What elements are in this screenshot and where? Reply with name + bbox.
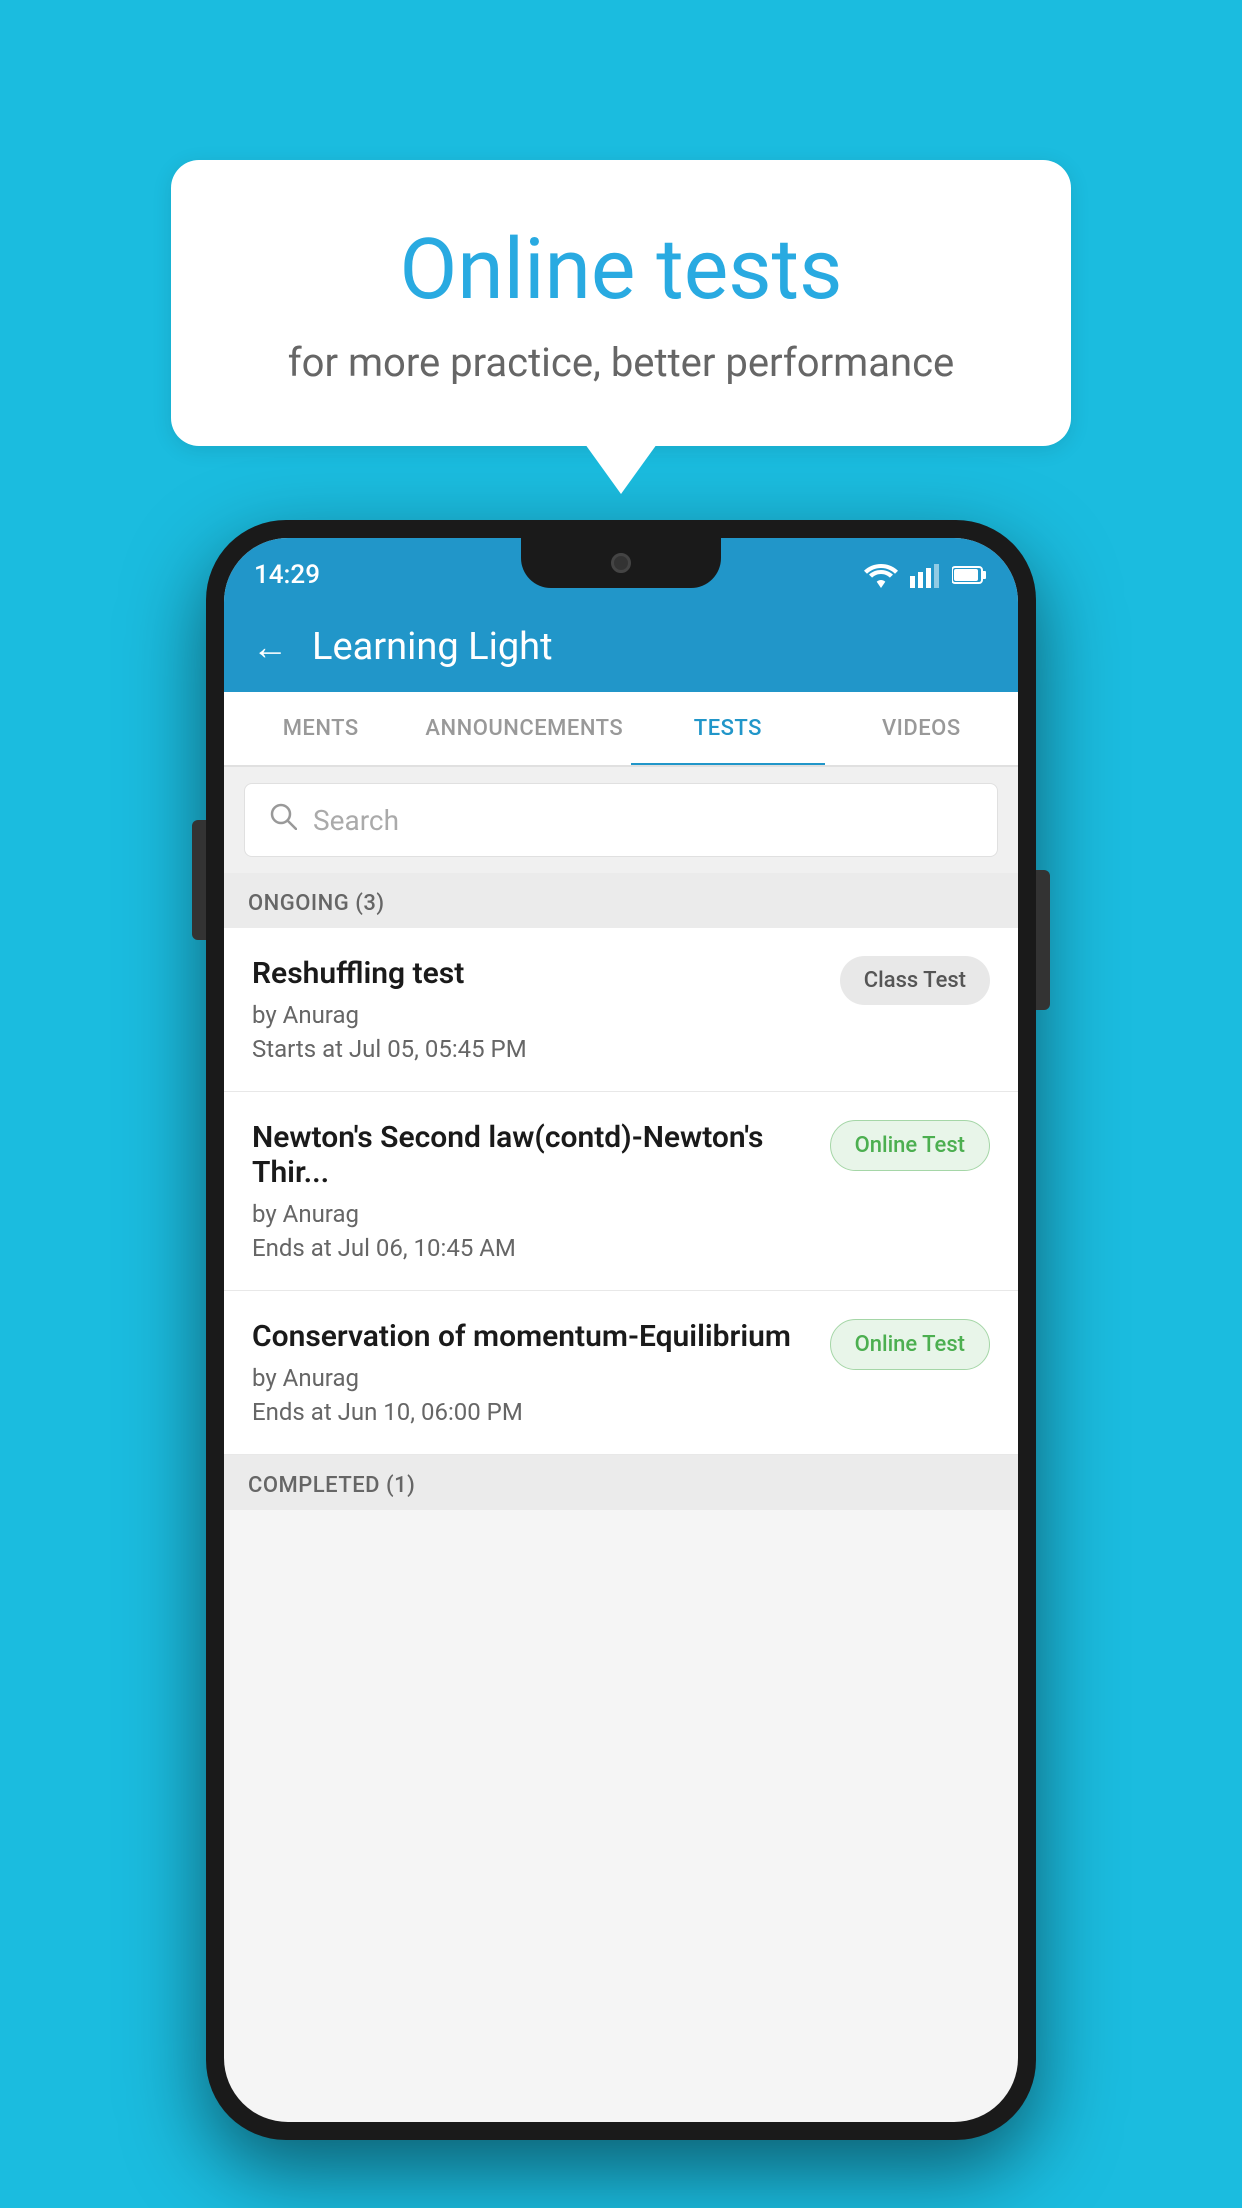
completed-section-header: COMPLETED (1) bbox=[224, 1455, 1018, 1510]
back-button[interactable]: ← bbox=[252, 626, 288, 668]
test-badge-reshuffling: Class Test bbox=[840, 956, 990, 1005]
tabs-bar: MENTS ANNOUNCEMENTS TESTS VIDEOS bbox=[224, 692, 1018, 767]
signal-icon bbox=[910, 562, 940, 588]
test-date-conservation: Ends at Jun 10, 06:00 PM bbox=[252, 1398, 814, 1426]
test-by-reshuffling: by Anurag bbox=[252, 1001, 824, 1029]
test-info-conservation: Conservation of momentum-Equilibrium by … bbox=[252, 1319, 830, 1426]
search-bar[interactable]: Search bbox=[244, 783, 998, 857]
tab-announcements[interactable]: ANNOUNCEMENTS bbox=[417, 692, 631, 765]
tab-videos[interactable]: VIDEOS bbox=[825, 692, 1018, 765]
bubble-title: Online tests bbox=[251, 220, 991, 319]
ongoing-section-header: ONGOING (3) bbox=[224, 873, 1018, 928]
status-icons bbox=[864, 562, 988, 588]
search-placeholder: Search bbox=[313, 804, 399, 837]
phone-mockup: 14:29 bbox=[206, 520, 1036, 2140]
app-header: ← Learning Light bbox=[224, 602, 1018, 692]
front-camera bbox=[611, 553, 631, 573]
search-container: Search bbox=[224, 767, 1018, 873]
phone-outer-shell: 14:29 bbox=[206, 520, 1036, 2140]
tab-ments[interactable]: MENTS bbox=[224, 692, 417, 765]
promo-bubble: Online tests for more practice, better p… bbox=[171, 160, 1071, 446]
bubble-card: Online tests for more practice, better p… bbox=[171, 160, 1071, 446]
status-time: 14:29 bbox=[254, 560, 320, 590]
search-icon bbox=[269, 802, 297, 838]
test-info-newtons: Newton's Second law(contd)-Newton's Thir… bbox=[252, 1120, 830, 1262]
phone-notch bbox=[521, 538, 721, 588]
test-name-conservation: Conservation of momentum-Equilibrium bbox=[252, 1319, 814, 1354]
test-by-conservation: by Anurag bbox=[252, 1364, 814, 1392]
battery-icon bbox=[952, 565, 988, 585]
test-date-newtons: Ends at Jul 06, 10:45 AM bbox=[252, 1234, 814, 1262]
bubble-subtitle: for more practice, better performance bbox=[251, 339, 991, 386]
wifi-icon bbox=[864, 562, 898, 588]
test-item-conservation[interactable]: Conservation of momentum-Equilibrium by … bbox=[224, 1291, 1018, 1455]
app-title: Learning Light bbox=[312, 625, 553, 669]
test-name-newtons: Newton's Second law(contd)-Newton's Thir… bbox=[252, 1120, 814, 1190]
test-item-reshuffling[interactable]: Reshuffling test by Anurag Starts at Jul… bbox=[224, 928, 1018, 1092]
tab-tests[interactable]: TESTS bbox=[631, 692, 824, 765]
test-info-reshuffling: Reshuffling test by Anurag Starts at Jul… bbox=[252, 956, 840, 1063]
test-item-newtons[interactable]: Newton's Second law(contd)-Newton's Thir… bbox=[224, 1092, 1018, 1291]
test-badge-conservation: Online Test bbox=[830, 1319, 990, 1370]
test-by-newtons: by Anurag bbox=[252, 1200, 814, 1228]
test-date-reshuffling: Starts at Jul 05, 05:45 PM bbox=[252, 1035, 824, 1063]
test-name-reshuffling: Reshuffling test bbox=[252, 956, 824, 991]
test-badge-newtons: Online Test bbox=[830, 1120, 990, 1171]
phone-screen: 14:29 bbox=[224, 538, 1018, 2122]
